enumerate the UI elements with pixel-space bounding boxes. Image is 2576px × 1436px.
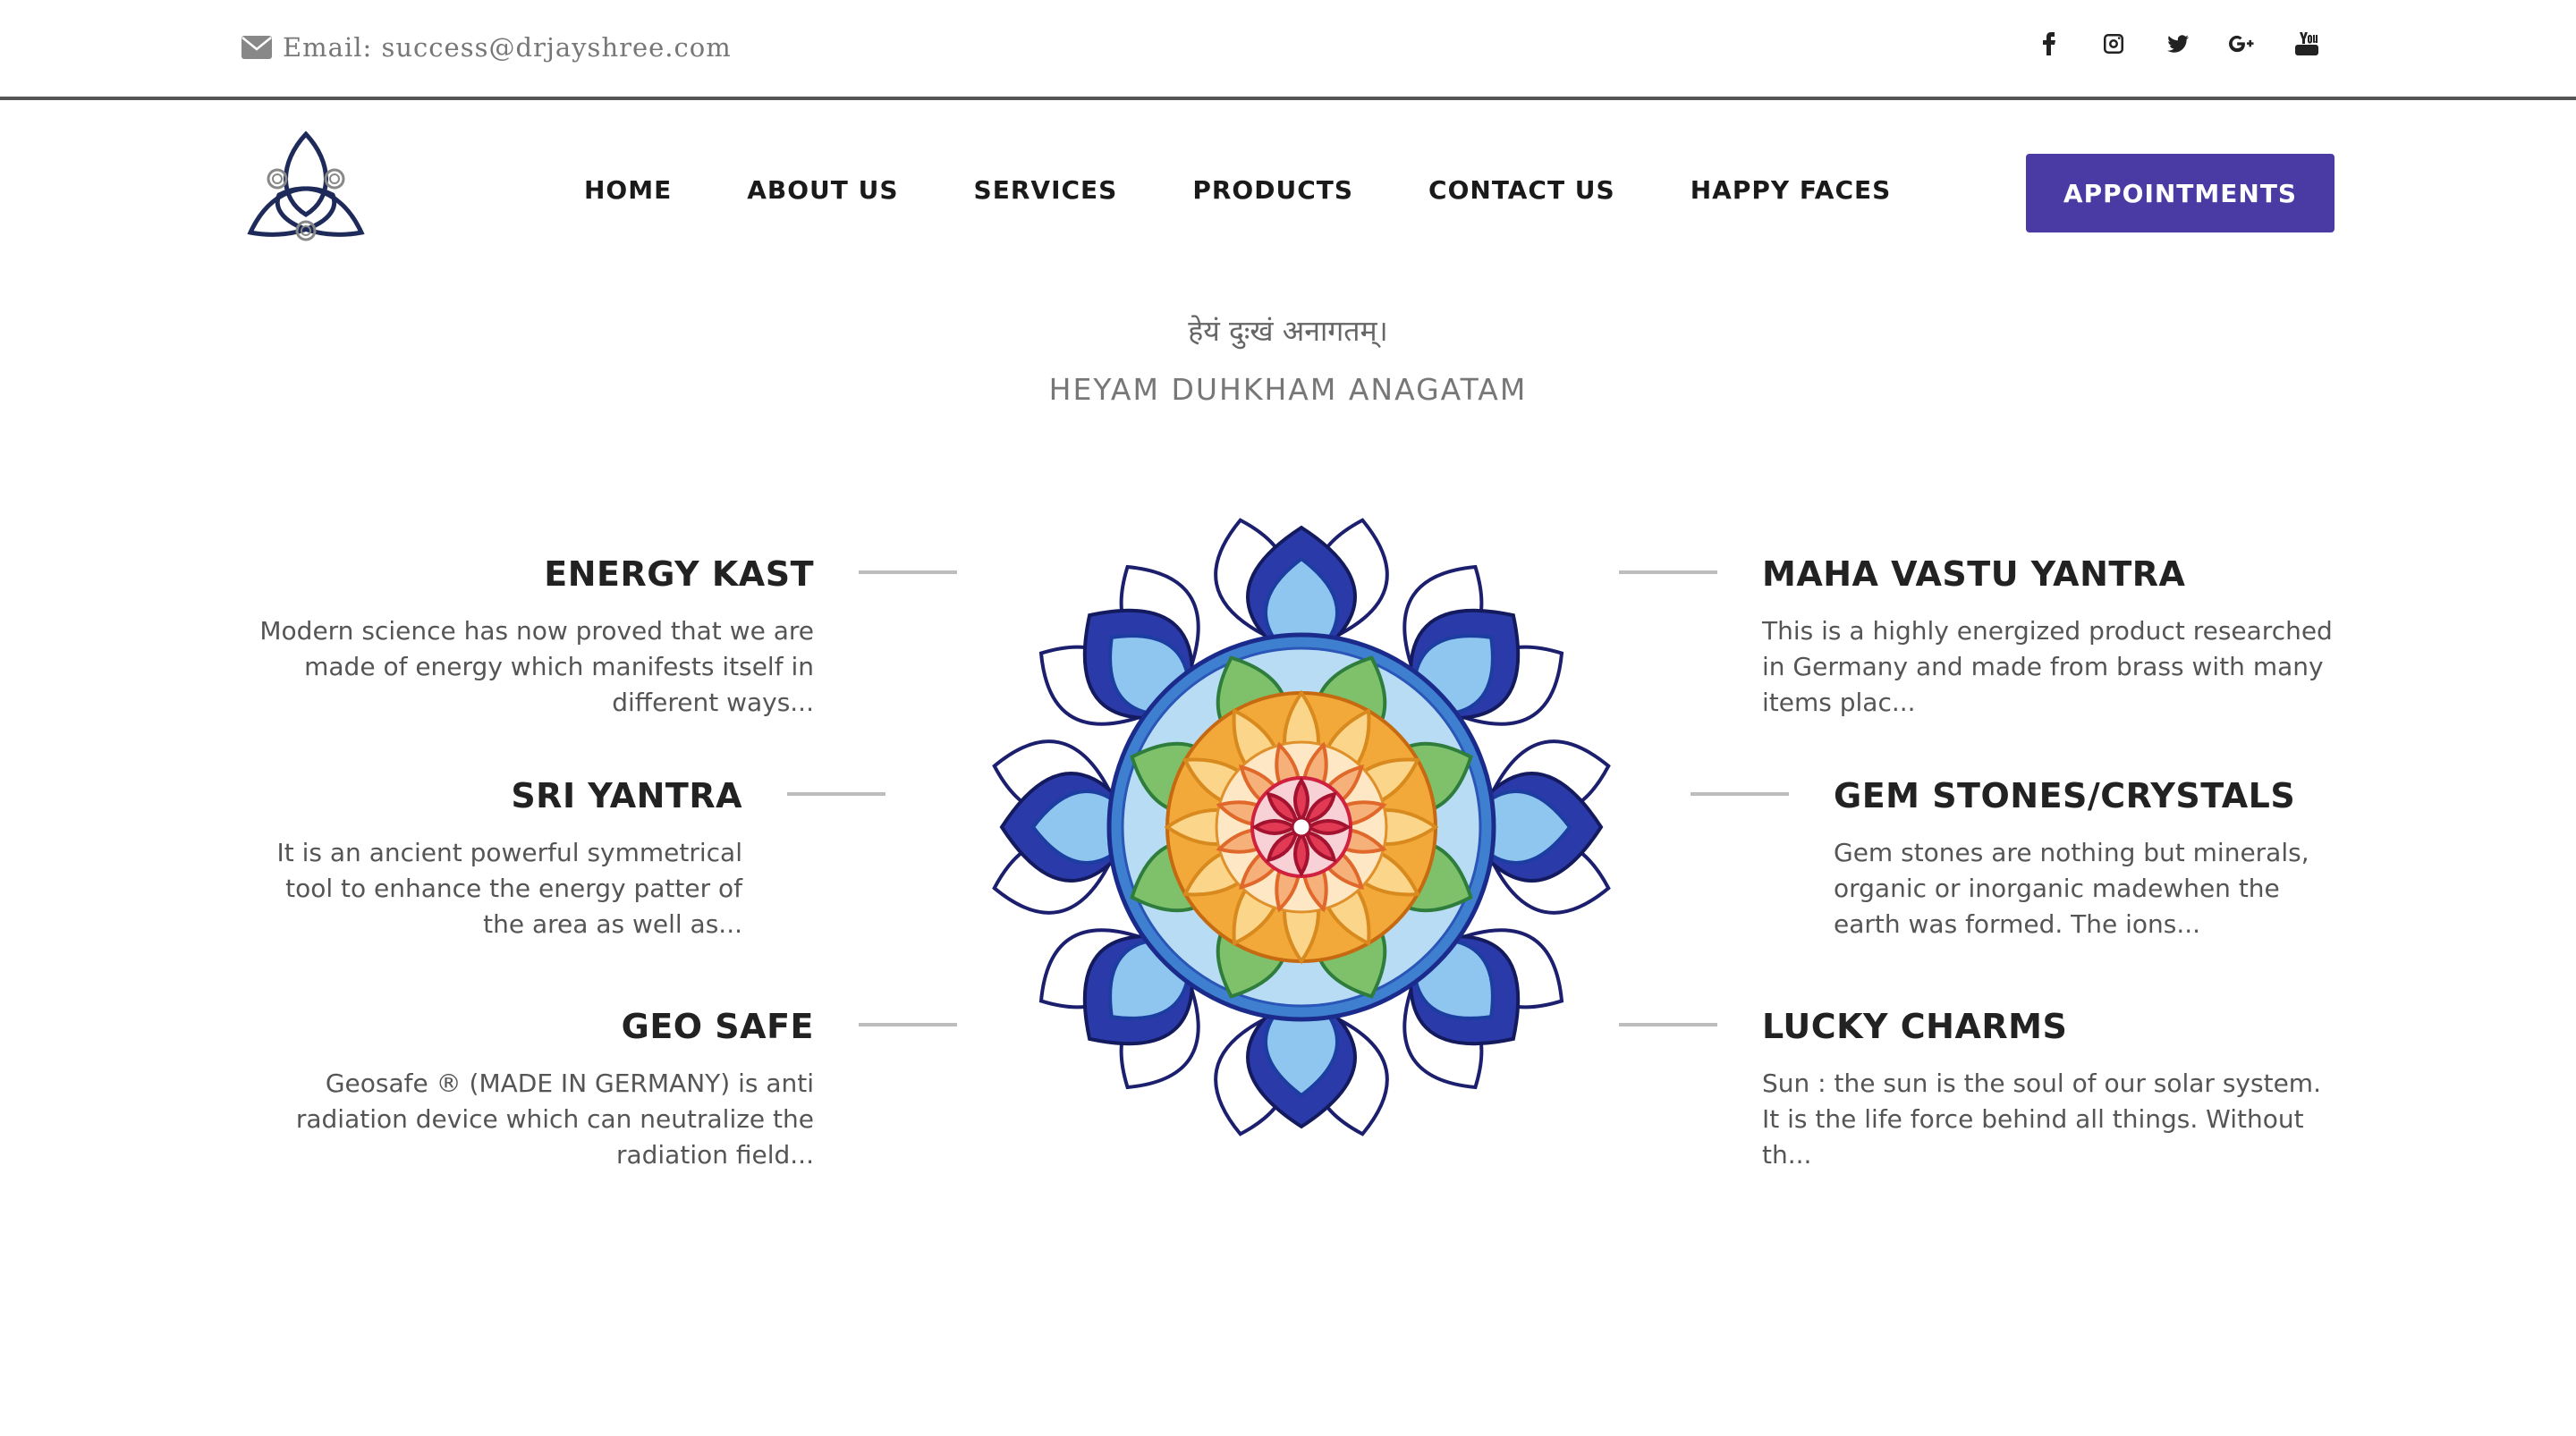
instagram-icon[interactable]: [2100, 30, 2127, 57]
feature-title: LUCKY CHARMS: [1762, 1007, 2068, 1046]
triquetra-logo[interactable]: [243, 127, 369, 243]
contact-email[interactable]: Email: success@drjayshree.com: [242, 32, 732, 63]
feature-text: It is an ancient powerful symmetrical to…: [276, 838, 742, 939]
feature-gem-stones-crystals[interactable]: GEM STONES/CRYSTALS Gem stones are nothi…: [1834, 776, 2334, 942]
nav-home[interactable]: HOME: [584, 175, 672, 205]
feature-title: MAHA VASTU YANTRA: [1762, 554, 2186, 594]
feature-text: Geosafe ® (MADE IN GERMANY) is anti radi…: [295, 1069, 814, 1170]
feature-title: GEO SAFE: [621, 1007, 814, 1046]
connector-line: [859, 570, 957, 574]
feature-text: Gem stones are nothing but minerals, org…: [1834, 838, 2309, 939]
facebook-icon[interactable]: [2036, 30, 2063, 57]
social-links: [2036, 30, 2320, 57]
envelope-icon: [242, 36, 272, 59]
nav-contact-us[interactable]: CONTACT US: [1428, 175, 1615, 205]
google-plus-icon[interactable]: [2229, 30, 2256, 57]
connector-line: [1690, 792, 1789, 796]
nav-about-us[interactable]: ABOUT US: [747, 175, 898, 205]
email-text: Email: success@drjayshree.com: [283, 32, 732, 63]
sanskrit-heading: हेयं दुःखं अनागतम्।: [1188, 314, 1388, 348]
transliteration-heading: HEYAM DUHKHAM ANAGATAM: [1048, 372, 1528, 407]
connector-line: [1619, 1023, 1717, 1026]
feature-title: GEM STONES/CRYSTALS: [1834, 776, 2296, 815]
feature-geo-safe[interactable]: GEO SAFE Geosafe ® (MADE IN GERMANY) is …: [242, 1007, 814, 1173]
feature-text: Modern science has now proved that we ar…: [259, 616, 814, 717]
nav-services[interactable]: SERVICES: [974, 175, 1118, 205]
youtube-icon[interactable]: [2293, 30, 2320, 57]
main-nav: HOME ABOUT US SERVICES PRODUCTS CONTACT …: [584, 175, 1891, 205]
mandala-image: [992, 518, 1611, 1136]
nav-products[interactable]: PRODUCTS: [1192, 175, 1353, 205]
feature-energy-kast[interactable]: ENERGY KAST Modern science has now prove…: [242, 554, 814, 721]
connector-line: [859, 1023, 957, 1026]
top-bar: Email: success@drjayshree.com: [0, 0, 2576, 100]
twitter-icon[interactable]: [2165, 30, 2191, 57]
feature-sri-yantra[interactable]: SRI YANTRA It is an ancient powerful sym…: [242, 776, 742, 942]
feature-text: Sun : the sun is the soul of our solar s…: [1762, 1069, 2321, 1170]
feature-text: This is a highly energized product resea…: [1762, 616, 2333, 717]
feature-lucky-charms[interactable]: LUCKY CHARMS Sun : the sun is the soul o…: [1762, 1007, 2334, 1173]
connector-line: [1619, 570, 1717, 574]
nav-happy-faces[interactable]: HAPPY FACES: [1690, 175, 1892, 205]
connector-line: [787, 792, 886, 796]
feature-title: SRI YANTRA: [511, 776, 742, 815]
appointments-button[interactable]: APPOINTMENTS: [2026, 154, 2334, 232]
feature-title: ENERGY KAST: [544, 554, 814, 594]
feature-maha-vastu-yantra[interactable]: MAHA VASTU YANTRA This is a highly energ…: [1762, 554, 2334, 721]
